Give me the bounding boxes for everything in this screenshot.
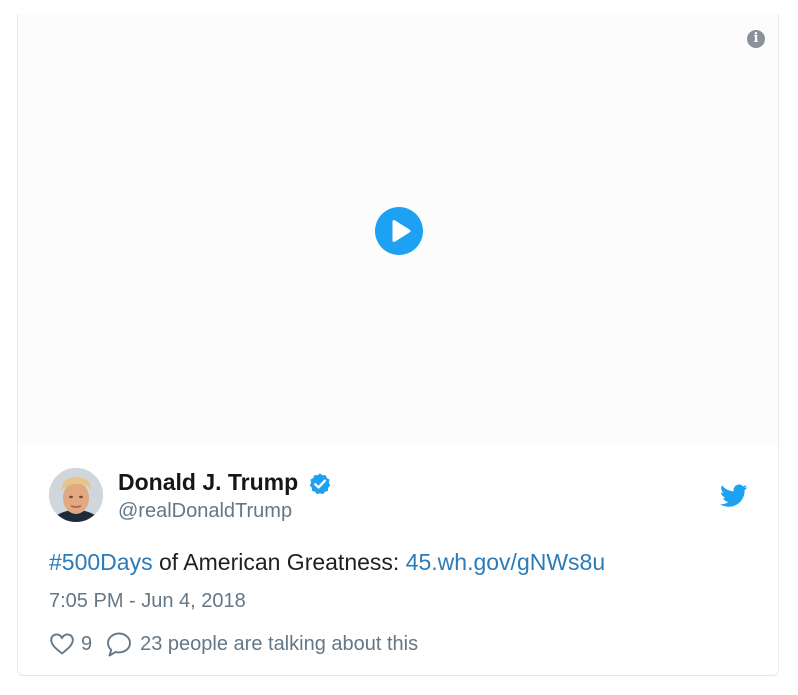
- avatar[interactable]: [49, 468, 103, 522]
- speech-bubble-icon: [107, 632, 132, 657]
- info-icon[interactable]: i: [747, 30, 765, 48]
- display-name[interactable]: Donald J. Trump: [118, 469, 298, 496]
- embedded-tweet-card: i Donald J. Trump @realDonaldTrump #500D…: [17, 14, 779, 676]
- url-link[interactable]: 45.wh.gov/gNWs8u: [406, 549, 605, 575]
- talking-count-text: 23 people are talking about this: [140, 632, 419, 655]
- like-count: 9: [81, 632, 93, 655]
- verified-badge-icon: [309, 473, 331, 495]
- heart-icon: [50, 633, 74, 655]
- screen-name[interactable]: @realDonaldTrump: [118, 500, 292, 523]
- play-icon: [392, 220, 411, 242]
- hashtag-link[interactable]: #500Days: [49, 549, 153, 575]
- play-button[interactable]: [375, 207, 423, 255]
- tweet-body: Donald J. Trump @realDonaldTrump #500Day…: [18, 446, 778, 674]
- timestamp-link[interactable]: 7:05 PM - Jun 4, 2018: [49, 590, 246, 613]
- twitter-bird-icon[interactable]: [720, 484, 748, 508]
- tweet-actions: 9 23 people are talking about this: [49, 629, 418, 659]
- tweet-text-body: of American Greatness:: [152, 549, 406, 575]
- tweet-text: #500Days of American Greatness: 45.wh.go…: [49, 549, 605, 576]
- talking-link[interactable]: 23 people are talking about this: [105, 630, 418, 658]
- like-button[interactable]: 9: [49, 632, 92, 656]
- avatar-photo: [49, 468, 103, 522]
- video-player[interactable]: i: [18, 14, 778, 446]
